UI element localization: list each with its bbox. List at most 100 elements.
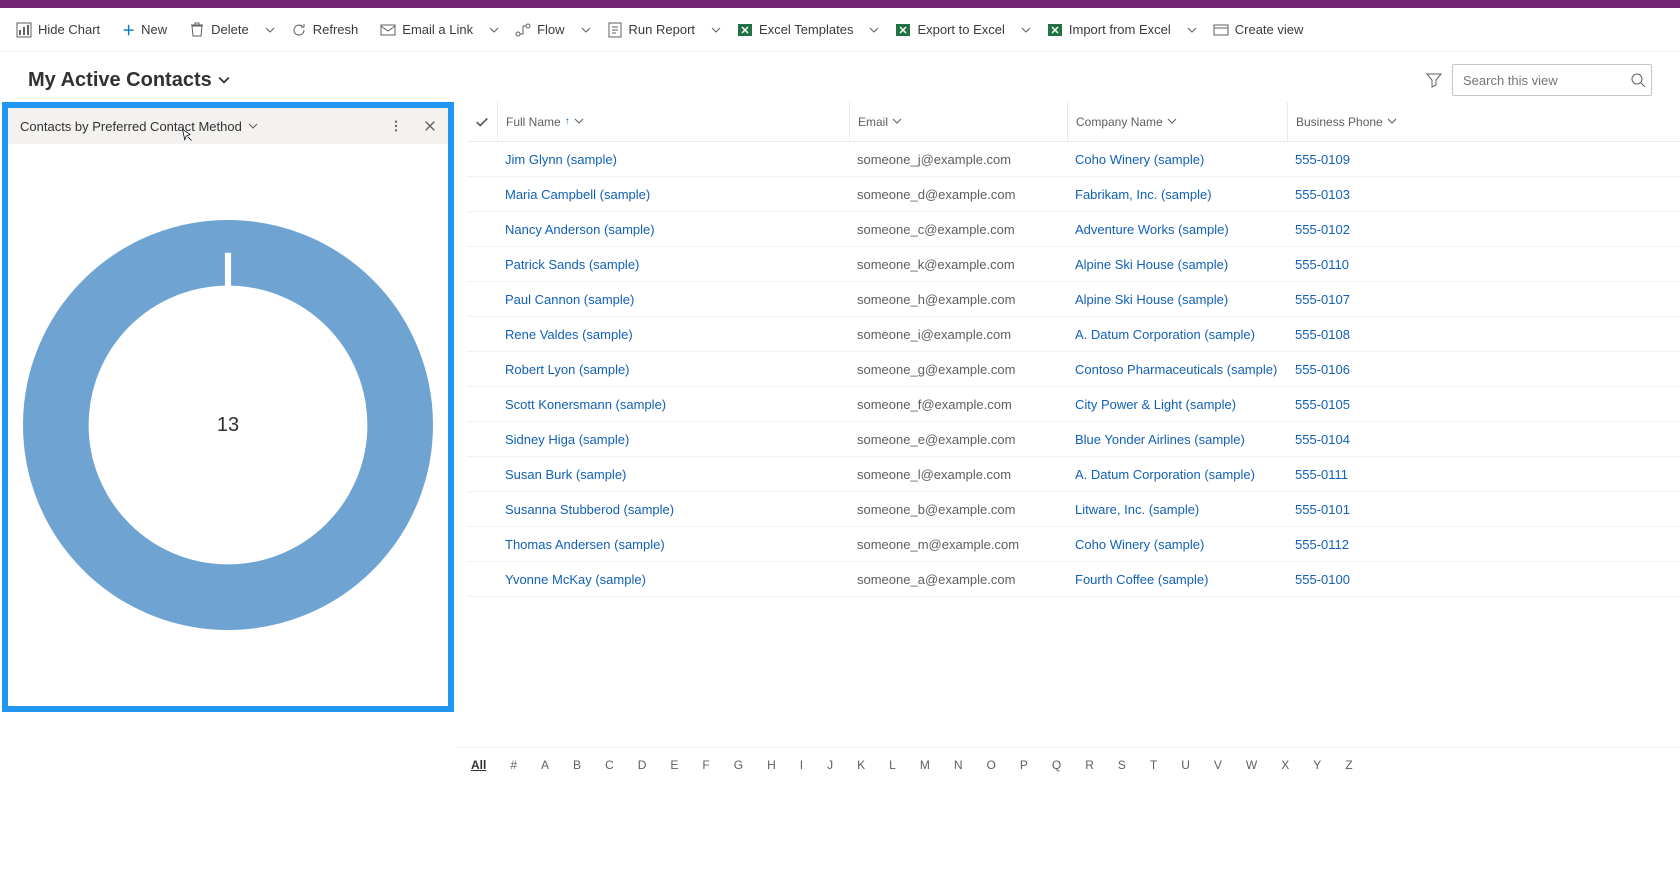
import-excel-split[interactable] xyxy=(1183,19,1201,41)
jump-l[interactable]: L xyxy=(889,758,896,772)
table-row[interactable]: Jim Glynn (sample)someone_j@example.comC… xyxy=(467,142,1680,177)
cell-company[interactable]: City Power & Light (sample) xyxy=(1067,397,1287,412)
table-row[interactable]: Susanna Stubberod (sample)someone_b@exam… xyxy=(467,492,1680,527)
cell-phone[interactable]: 555-0106 xyxy=(1287,362,1467,377)
jump-x[interactable]: X xyxy=(1281,758,1289,772)
jump-e[interactable]: E xyxy=(670,758,678,772)
jump-t[interactable]: T xyxy=(1150,758,1157,772)
cell-company[interactable]: Alpine Ski House (sample) xyxy=(1067,292,1287,307)
jump-a[interactable]: A xyxy=(541,758,549,772)
cell-fullname[interactable]: Rene Valdes (sample) xyxy=(497,327,849,342)
table-row[interactable]: Nancy Anderson (sample)someone_c@example… xyxy=(467,212,1680,247)
jump-k[interactable]: K xyxy=(857,758,865,772)
jump-z[interactable]: Z xyxy=(1345,758,1352,772)
filter-icon[interactable] xyxy=(1426,72,1442,88)
cell-email[interactable]: someone_g@example.com xyxy=(849,362,1067,377)
cell-fullname[interactable]: Susan Burk (sample) xyxy=(497,467,849,482)
jump-u[interactable]: U xyxy=(1181,758,1190,772)
cell-email[interactable]: someone_c@example.com xyxy=(849,222,1067,237)
cell-company[interactable]: Adventure Works (sample) xyxy=(1067,222,1287,237)
jump-d[interactable]: D xyxy=(638,758,647,772)
cell-company[interactable]: Litware, Inc. (sample) xyxy=(1067,502,1287,517)
table-row[interactable]: Susan Burk (sample)someone_l@example.com… xyxy=(467,457,1680,492)
table-row[interactable]: Sidney Higa (sample)someone_e@example.co… xyxy=(467,422,1680,457)
jump-y[interactable]: Y xyxy=(1313,758,1321,772)
col-email[interactable]: Email xyxy=(849,102,1067,141)
cell-email[interactable]: someone_d@example.com xyxy=(849,187,1067,202)
excel-templates-button[interactable]: Excel Templates xyxy=(727,16,863,44)
cell-fullname[interactable]: Nancy Anderson (sample) xyxy=(497,222,849,237)
cell-fullname[interactable]: Robert Lyon (sample) xyxy=(497,362,849,377)
search-box[interactable] xyxy=(1452,64,1652,96)
table-row[interactable]: Scott Konersmann (sample)someone_f@examp… xyxy=(467,387,1680,422)
cell-phone[interactable]: 555-0105 xyxy=(1287,397,1467,412)
cell-email[interactable]: someone_f@example.com xyxy=(849,397,1067,412)
jump-q[interactable]: Q xyxy=(1052,758,1061,772)
jump-p[interactable]: P xyxy=(1020,758,1028,772)
cell-phone[interactable]: 555-0107 xyxy=(1287,292,1467,307)
cell-phone[interactable]: 555-0102 xyxy=(1287,222,1467,237)
jump-f[interactable]: F xyxy=(702,758,709,772)
cell-email[interactable]: someone_k@example.com xyxy=(849,257,1067,272)
cell-email[interactable]: someone_h@example.com xyxy=(849,292,1067,307)
cell-company[interactable]: Coho Winery (sample) xyxy=(1067,537,1287,552)
import-excel-button[interactable]: Import from Excel xyxy=(1037,16,1181,44)
jump-#[interactable]: # xyxy=(510,758,517,772)
cell-email[interactable]: someone_e@example.com xyxy=(849,432,1067,447)
run-report-split[interactable] xyxy=(707,19,725,41)
cell-email[interactable]: someone_b@example.com xyxy=(849,502,1067,517)
col-company[interactable]: Company Name xyxy=(1067,102,1287,141)
cell-fullname[interactable]: Sidney Higa (sample) xyxy=(497,432,849,447)
col-phone[interactable]: Business Phone xyxy=(1287,102,1467,141)
cell-fullname[interactable]: Patrick Sands (sample) xyxy=(497,257,849,272)
cell-company[interactable]: Contoso Pharmaceuticals (sample) xyxy=(1067,362,1287,377)
cell-company[interactable]: Fourth Coffee (sample) xyxy=(1067,572,1287,587)
col-fullname[interactable]: Full Name ↑ xyxy=(497,102,849,141)
refresh-button[interactable]: Refresh xyxy=(281,16,369,44)
cell-fullname[interactable]: Thomas Andersen (sample) xyxy=(497,537,849,552)
chart-close-button[interactable] xyxy=(416,112,444,140)
jump-j[interactable]: J xyxy=(827,758,833,772)
export-excel-split[interactable] xyxy=(1017,19,1035,41)
email-link-button[interactable]: Email a Link xyxy=(370,16,483,44)
delete-button[interactable]: Delete xyxy=(179,16,259,44)
cell-fullname[interactable]: Paul Cannon (sample) xyxy=(497,292,849,307)
cell-phone[interactable]: 555-0103 xyxy=(1287,187,1467,202)
cell-company[interactable]: Alpine Ski House (sample) xyxy=(1067,257,1287,272)
table-row[interactable]: Yvonne McKay (sample)someone_a@example.c… xyxy=(467,562,1680,597)
jump-g[interactable]: G xyxy=(734,758,743,772)
table-row[interactable]: Robert Lyon (sample)someone_g@example.co… xyxy=(467,352,1680,387)
jump-b[interactable]: B xyxy=(573,758,581,772)
hide-chart-button[interactable]: Hide Chart xyxy=(6,16,110,44)
cell-email[interactable]: someone_a@example.com xyxy=(849,572,1067,587)
flow-split[interactable] xyxy=(577,19,595,41)
table-row[interactable]: Paul Cannon (sample)someone_h@example.co… xyxy=(467,282,1680,317)
chart-selector[interactable]: Contacts by Preferred Contact Method xyxy=(20,119,258,134)
select-all-checkbox[interactable] xyxy=(467,115,497,129)
cell-email[interactable]: someone_i@example.com xyxy=(849,327,1067,342)
jump-s[interactable]: S xyxy=(1118,758,1126,772)
jump-n[interactable]: N xyxy=(954,758,963,772)
cell-company[interactable]: Fabrikam, Inc. (sample) xyxy=(1067,187,1287,202)
chart-more-button[interactable] xyxy=(382,112,410,140)
export-excel-button[interactable]: Export to Excel xyxy=(885,16,1014,44)
cell-fullname[interactable]: Susanna Stubberod (sample) xyxy=(497,502,849,517)
cell-email[interactable]: someone_l@example.com xyxy=(849,467,1067,482)
table-row[interactable]: Rene Valdes (sample)someone_i@example.co… xyxy=(467,317,1680,352)
delete-split[interactable] xyxy=(261,19,279,41)
view-selector[interactable]: My Active Contacts xyxy=(28,69,230,92)
create-view-button[interactable]: Create view xyxy=(1203,16,1314,44)
cell-phone[interactable]: 555-0111 xyxy=(1287,467,1467,482)
cell-fullname[interactable]: Yvonne McKay (sample) xyxy=(497,572,849,587)
cell-phone[interactable]: 555-0104 xyxy=(1287,432,1467,447)
new-button[interactable]: ＋ New xyxy=(112,14,177,45)
cell-email[interactable]: someone_m@example.com xyxy=(849,537,1067,552)
jump-m[interactable]: M xyxy=(920,758,930,772)
cell-phone[interactable]: 555-0109 xyxy=(1287,152,1467,167)
cell-phone[interactable]: 555-0101 xyxy=(1287,502,1467,517)
cell-phone[interactable]: 555-0110 xyxy=(1287,257,1467,272)
cell-company[interactable]: A. Datum Corporation (sample) xyxy=(1067,327,1287,342)
jump-w[interactable]: W xyxy=(1246,758,1257,772)
cell-phone[interactable]: 555-0100 xyxy=(1287,572,1467,587)
table-row[interactable]: Patrick Sands (sample)someone_k@example.… xyxy=(467,247,1680,282)
